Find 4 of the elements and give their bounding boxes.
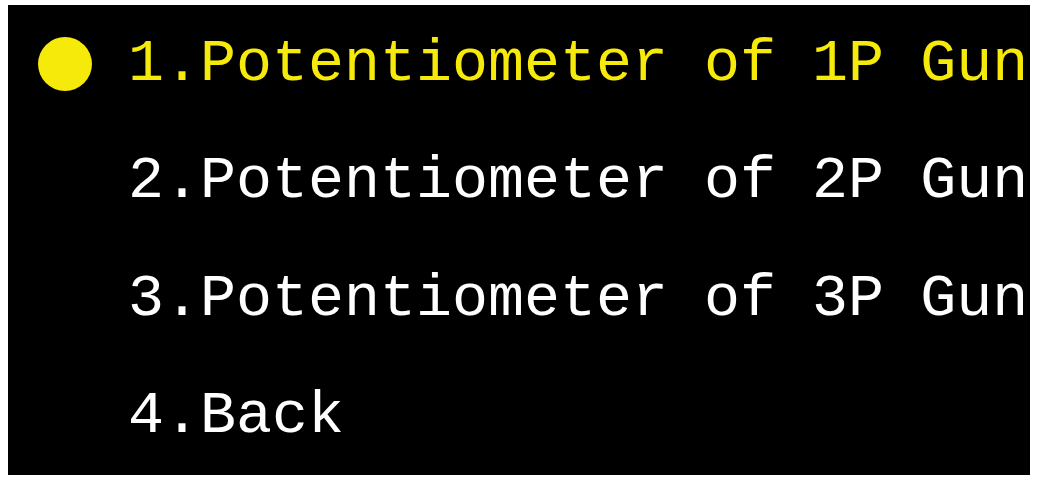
menu-item[interactable]: 3.Potentiometer of 3P Gun [128,264,1029,333]
menu-item[interactable]: 1.Potentiometer of 1P Gun [128,29,1029,98]
menu-item[interactable]: 4.Back [128,382,345,451]
menu-item[interactable]: 2.Potentiometer of 2P Gun [128,147,1029,216]
